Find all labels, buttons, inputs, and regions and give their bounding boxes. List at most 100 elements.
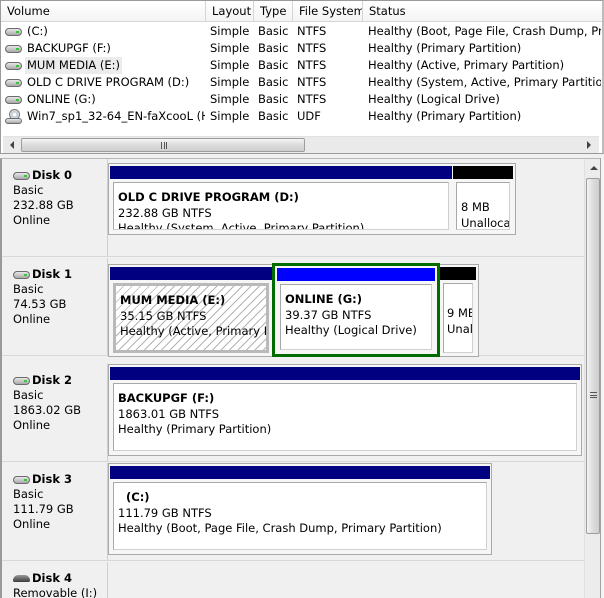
volume-status: Healthy (Boot, Page File, Crash Dump, Pr… bbox=[368, 24, 601, 38]
vertical-scrollbar[interactable] bbox=[584, 159, 601, 598]
disk-name: Disk 0 bbox=[32, 168, 72, 182]
partition-name: (C:) bbox=[118, 490, 150, 504]
volume-type: Basic bbox=[258, 92, 289, 106]
volume-type: Basic bbox=[258, 109, 289, 123]
column-header-file-system[interactable]: File System bbox=[293, 1, 363, 22]
volume-row-selected[interactable]: MUM MEDIA (E:) Simple Basic NTFS Healthy… bbox=[1, 57, 602, 74]
disk-partition-map: OLD C DRIVE PROGRAM (D:) 232.88 GB NTFS … bbox=[108, 163, 516, 235]
horizontal-scroll-thumb[interactable] bbox=[21, 138, 305, 152]
volume-name: MUM MEDIA (E:) bbox=[25, 57, 122, 74]
partition-size: 1863.01 GB NTFS bbox=[118, 406, 220, 421]
partition-name: BACKUPGF (F:) bbox=[118, 391, 215, 405]
partition-online-selected[interactable]: ONLINE (G:) 39.37 GB NTFS Healthy (Logic… bbox=[272, 263, 440, 357]
volume-layout: Simple bbox=[210, 24, 250, 38]
volume-row[interactable]: (C:) Simple Basic NTFS Healthy (Boot, Pa… bbox=[1, 23, 602, 40]
volume-status: Healthy (Active, Primary Partition) bbox=[368, 58, 565, 72]
scroll-up-arrow-icon[interactable] bbox=[590, 166, 598, 170]
column-header-volume[interactable]: Volume bbox=[1, 1, 206, 22]
partition-mum-media[interactable]: MUM MEDIA (E:) 35.15 GB NTFS Healthy (Ac… bbox=[110, 267, 272, 355]
disk-row-0: Disk 0 Basic 232.88 GB Online OLD C DRIV… bbox=[2, 159, 584, 257]
disk-type: Basic bbox=[13, 183, 44, 197]
vertical-scroll-thumb[interactable] bbox=[586, 178, 600, 534]
disk-state: Online bbox=[13, 517, 51, 531]
disk-size: 74.53 GB bbox=[13, 297, 67, 311]
disk-partition-map: (C:) 111.79 GB NTFS Healthy (Boot, Page … bbox=[108, 463, 492, 555]
volume-row[interactable]: BACKUPGF (F:) Simple Basic NTFS Healthy … bbox=[1, 40, 602, 57]
partition-color-bar bbox=[110, 267, 272, 280]
disk-name: Disk 4 bbox=[32, 571, 72, 585]
grip-icon bbox=[590, 392, 597, 398]
partition-color-bar bbox=[110, 166, 452, 179]
volume-status: Healthy (Primary Partition) bbox=[368, 109, 522, 123]
partition-status: Healthy (Boot, Page File, Crash Dump, Pr… bbox=[118, 521, 442, 535]
column-header-type[interactable]: Type bbox=[254, 1, 293, 22]
horizontal-scrollbar[interactable] bbox=[3, 136, 599, 153]
disk-type: Basic bbox=[13, 487, 44, 501]
disk-info[interactable]: Disk 2 Basic 1863.02 GB Online bbox=[2, 364, 108, 461]
volume-row[interactable]: OLD C DRIVE PROGRAM (D:) Simple Basic NT… bbox=[1, 74, 602, 91]
partition-size: 8 MB bbox=[461, 200, 490, 214]
volume-file-system: NTFS bbox=[297, 58, 327, 72]
partition-status: Healthy (Active, Primary Partition) bbox=[120, 324, 266, 338]
partition-unallocated[interactable]: 9 MB Unallocated bbox=[440, 267, 476, 355]
volume-name: Win7_sp1_32-64_EN-faXcooL (H:) bbox=[27, 109, 205, 123]
disk-info[interactable]: Disk 4 Removable (I:) bbox=[2, 562, 108, 598]
volume-status: Healthy (Primary Partition) bbox=[368, 41, 522, 55]
disk-row-2: Disk 2 Basic 1863.02 GB Online BACKUPGF … bbox=[2, 364, 584, 462]
scroll-right-arrow-icon[interactable] bbox=[587, 141, 591, 149]
partition-status: Healthy (System, Active, Primary Partiti… bbox=[118, 221, 365, 230]
column-header-layout[interactable]: Layout bbox=[206, 1, 254, 22]
volume-file-system: NTFS bbox=[297, 75, 327, 89]
volume-file-system: NTFS bbox=[297, 24, 327, 38]
disk-info[interactable]: Disk 3 Basic 111.79 GB Online bbox=[2, 463, 108, 560]
volume-name: OLD C DRIVE PROGRAM (D:) bbox=[27, 75, 190, 89]
partition-backupgf[interactable]: BACKUPGF (F:) 1863.01 GB NTFS Healthy (P… bbox=[110, 367, 580, 453]
partition-c-drive[interactable]: (C:) 111.79 GB NTFS Healthy (Boot, Page … bbox=[110, 466, 490, 552]
partition-unallocated[interactable]: 8 MB Unallocated bbox=[453, 166, 513, 232]
partition-color-bar bbox=[110, 367, 580, 380]
volume-file-system: NTFS bbox=[297, 41, 327, 55]
grip-icon bbox=[161, 142, 167, 149]
partition-color-bar bbox=[440, 267, 476, 280]
disk-state: Online bbox=[13, 418, 51, 432]
disk-partition-map: BACKUPGF (F:) 1863.01 GB NTFS Healthy (P… bbox=[108, 364, 582, 456]
disk-info[interactable]: Disk 0 Basic 232.88 GB Online bbox=[2, 159, 108, 256]
disk-row-4: Disk 4 Removable (I:) bbox=[2, 562, 584, 598]
disk-state: Online bbox=[13, 213, 51, 227]
partition-old-c-drive[interactable]: OLD C DRIVE PROGRAM (D:) 232.88 GB NTFS … bbox=[110, 166, 452, 232]
disk-partition-map: MUM MEDIA (E:) 35.15 GB NTFS Healthy (Ac… bbox=[108, 263, 479, 357]
volume-file-system: NTFS bbox=[297, 92, 327, 106]
column-header-status[interactable]: Status bbox=[363, 1, 603, 22]
disk-icon bbox=[13, 376, 30, 385]
volume-file-system: UDF bbox=[297, 109, 321, 123]
partition-name: MUM MEDIA (E:) bbox=[120, 293, 226, 307]
volume-name: ONLINE (G:) bbox=[27, 92, 96, 106]
volume-status: Healthy (System, Active, Primary Partiti… bbox=[368, 75, 601, 89]
volume-type: Basic bbox=[258, 24, 289, 38]
volume-layout: Simple bbox=[210, 109, 250, 123]
partition-size: 9 MB bbox=[447, 306, 473, 320]
disk-state: Online bbox=[13, 312, 51, 326]
disk-name: Disk 3 bbox=[32, 472, 72, 486]
volume-layout: Simple bbox=[210, 58, 250, 72]
partition-color-bar bbox=[110, 466, 490, 479]
volume-status: Healthy (Logical Drive) bbox=[368, 92, 500, 106]
volume-row[interactable]: ONLINE (G:) Simple Basic NTFS Healthy (L… bbox=[1, 91, 602, 108]
drive-icon bbox=[5, 44, 22, 53]
window-edge bbox=[600, 158, 604, 598]
partition-color-bar bbox=[453, 166, 513, 179]
volume-layout: Simple bbox=[210, 41, 250, 55]
volume-name: (C:) bbox=[27, 24, 48, 38]
drive-icon bbox=[5, 61, 22, 70]
disk-row-1: Disk 1 Basic 74.53 GB Online MUM MEDIA (… bbox=[2, 258, 584, 357]
volume-row[interactable]: Win7_sp1_32-64_EN-faXcooL (H:) Simple Ba… bbox=[1, 108, 602, 125]
partition-size: 111.79 GB NTFS bbox=[118, 505, 212, 520]
disk-icon bbox=[13, 270, 30, 279]
volume-list[interactable]: Volume Layout Type File System Status (C… bbox=[0, 0, 604, 154]
column-headers: Volume Layout Type File System Status bbox=[1, 1, 602, 22]
partition-size: 39.37 GB NTFS bbox=[285, 307, 372, 322]
disk-info[interactable]: Disk 1 Basic 74.53 GB Online bbox=[2, 258, 108, 355]
dvd-drive-icon bbox=[5, 109, 22, 124]
scroll-left-arrow-icon[interactable] bbox=[10, 141, 14, 149]
partition-name: ONLINE (G:) bbox=[285, 292, 363, 306]
